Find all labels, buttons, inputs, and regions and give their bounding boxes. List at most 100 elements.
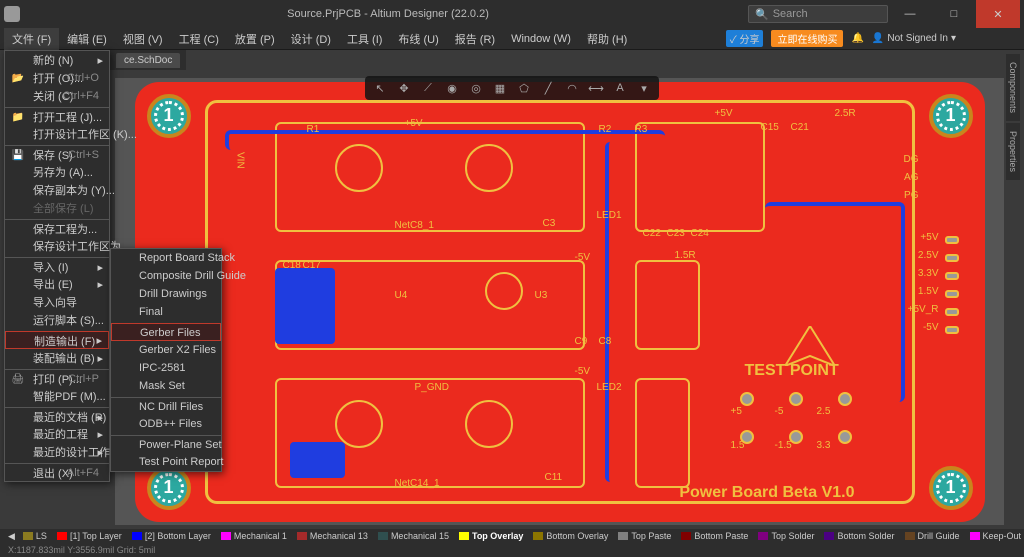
submenu-arrow-icon: ▸: [97, 261, 103, 274]
file-menu-item[interactable]: 关闭 (C)Ctrl+F4: [5, 87, 109, 105]
tool-fill-icon[interactable]: ▦: [491, 79, 509, 97]
status-coords: X:1187.833mil Y:3556.9mil Grid: 5mil: [8, 545, 155, 555]
arrow-icon: [785, 326, 835, 366]
menu-item-icon: 🖨: [11, 372, 25, 386]
submenu-item[interactable]: Report Board Stack: [111, 249, 221, 267]
tool-poly-icon[interactable]: ⬠: [515, 79, 533, 97]
submenu-item[interactable]: Composite Drill Guide: [111, 267, 221, 285]
search-icon: 🔍: [755, 8, 769, 21]
rtab-properties[interactable]: Properties: [1006, 123, 1020, 180]
submenu-item[interactable]: ODB++ Files: [111, 415, 221, 433]
layer-tab[interactable]: Top Overlay: [455, 531, 527, 541]
submenu-item[interactable]: Test Point Report: [111, 453, 221, 471]
layer-tab[interactable]: Keep-Out Layer: [966, 531, 1024, 541]
menu-edit[interactable]: 编辑 (E): [59, 28, 115, 50]
file-menu-item[interactable]: 保存副本为 (Y)...: [5, 181, 109, 199]
file-menu-item[interactable]: 导出 (E)▸: [5, 275, 109, 293]
layer-tab[interactable]: Mechanical 15: [374, 531, 453, 541]
submenu-arrow-icon: ▸: [96, 334, 102, 347]
layer-tab[interactable]: Top Solder: [754, 531, 818, 541]
document-tab[interactable]: ce.SchDoc: [116, 53, 180, 68]
pad: [945, 236, 959, 244]
layer-tab[interactable]: [2] Bottom Layer: [128, 531, 215, 541]
settings-icon[interactable]: 🔔: [851, 33, 863, 44]
menu-place[interactable]: 放置 (P): [227, 28, 283, 50]
layer-tab[interactable]: [1] Top Layer: [53, 531, 126, 541]
signin[interactable]: 👤 Not Signed In ▾: [872, 33, 956, 44]
global-search[interactable]: 🔍 Search: [748, 5, 888, 23]
menu-file[interactable]: 文件 (F): [4, 28, 59, 50]
floating-toolbar: ↖ ✥ ⟋ ◉ ◎ ▦ ⬠ ╱ ◠ ⟷ A ▾: [365, 76, 659, 100]
file-menu-item[interactable]: 📂打开 (O)...Ctrl+O: [5, 69, 109, 87]
file-menu-item[interactable]: 另存为 (A)...: [5, 163, 109, 181]
file-menu-item[interactable]: 全部保存 (L): [5, 199, 109, 217]
submenu-item[interactable]: IPC-2581: [111, 359, 221, 377]
layer-swatch: [23, 532, 33, 540]
file-menu-item[interactable]: 保存工程为...: [5, 219, 109, 237]
tool-arc-icon[interactable]: ◠: [563, 79, 581, 97]
layer-tab[interactable]: Drill Guide: [901, 531, 964, 541]
menu-route[interactable]: 布线 (U): [390, 28, 446, 50]
layer-tab[interactable]: Bottom Paste: [677, 531, 752, 541]
tool-line-icon[interactable]: ╱: [539, 79, 557, 97]
submenu-arrow-icon: ▸: [97, 352, 103, 365]
file-menu-item[interactable]: 保存设计工作区为...: [5, 237, 109, 255]
submenu-item[interactable]: NC Drill Files: [111, 397, 221, 415]
maximize-button[interactable]: □: [932, 0, 976, 28]
pcb-board[interactable]: 1 1 1 1: [135, 82, 985, 522]
file-menu-item[interactable]: 导入 (I)▸: [5, 257, 109, 275]
menu-design[interactable]: 设计 (D): [283, 28, 339, 50]
file-menu-item[interactable]: 最近的文档 (R)▸: [5, 407, 109, 425]
layertab-prev-icon[interactable]: ◀: [8, 531, 15, 542]
layer-tab[interactable]: Mechanical 1: [217, 531, 291, 541]
submenu-arrow-icon: ▸: [97, 446, 103, 459]
layer-tab[interactable]: Top Paste: [614, 531, 675, 541]
tool-move-icon[interactable]: ✥: [395, 79, 413, 97]
menu-window[interactable]: Window (W): [503, 30, 579, 48]
file-menu-item[interactable]: 打开设计工作区 (K)...: [5, 125, 109, 143]
tool-cursor-icon[interactable]: ↖: [371, 79, 389, 97]
menu-report[interactable]: 报告 (R): [447, 28, 503, 50]
rtab-components[interactable]: Components: [1006, 54, 1020, 121]
layer-swatch: [618, 532, 628, 540]
tool-text-icon[interactable]: A: [611, 79, 629, 97]
file-menu-item[interactable]: 💾保存 (S)Ctrl+S: [5, 145, 109, 163]
menu-view[interactable]: 视图 (V): [115, 28, 171, 50]
tool-via-icon[interactable]: ◉: [443, 79, 461, 97]
submenu-item[interactable]: Gerber X2 Files: [111, 341, 221, 359]
file-menu-item[interactable]: 最近的设计工作区▸: [5, 443, 109, 461]
file-menu-item[interactable]: 📁打开工程 (J)...: [5, 107, 109, 125]
menu-tools[interactable]: 工具 (I): [339, 28, 390, 50]
file-menu-item[interactable]: 最近的工程▸: [5, 425, 109, 443]
tool-more-icon[interactable]: ▾: [635, 79, 653, 97]
layer-swatch: [824, 532, 834, 540]
buy-button[interactable]: 立即在线购买: [771, 30, 843, 47]
menu-help[interactable]: 帮助 (H): [579, 28, 635, 50]
file-menu-item[interactable]: 新的 (N)▸: [5, 51, 109, 69]
file-menu-item[interactable]: 导入向导: [5, 293, 109, 311]
file-menu-item[interactable]: 制造输出 (F)▸: [5, 331, 109, 349]
share-button[interactable]: ✓ 分享: [726, 30, 764, 47]
layer-tab[interactable]: LS: [19, 531, 51, 541]
layer-swatch: [905, 532, 915, 540]
file-menu-item[interactable]: 🖨打印 (P)...Ctrl+P: [5, 369, 109, 387]
layer-tab[interactable]: Bottom Overlay: [529, 531, 612, 541]
pad: [945, 326, 959, 334]
file-menu-item[interactable]: 智能PDF (M)...: [5, 387, 109, 405]
submenu-item[interactable]: Power-Plane Set: [111, 435, 221, 453]
tool-pad-icon[interactable]: ◎: [467, 79, 485, 97]
submenu-item[interactable]: Drill Drawings: [111, 285, 221, 303]
menu-project[interactable]: 工程 (C): [171, 28, 227, 50]
layer-tab[interactable]: Mechanical 13: [293, 531, 372, 541]
tool-route-icon[interactable]: ⟋: [419, 79, 437, 97]
submenu-item[interactable]: Final: [111, 303, 221, 321]
close-button[interactable]: ✕: [976, 0, 1020, 28]
submenu-item[interactable]: Mask Set: [111, 377, 221, 395]
minimize-button[interactable]: —: [888, 0, 932, 28]
layer-tab[interactable]: Bottom Solder: [820, 531, 898, 541]
file-menu-item[interactable]: 退出 (X)Alt+F4: [5, 463, 109, 481]
submenu-item[interactable]: Gerber Files: [111, 323, 221, 341]
file-menu-item[interactable]: 装配输出 (B)▸: [5, 349, 109, 367]
file-menu-item[interactable]: 运行脚本 (S)...: [5, 311, 109, 329]
tool-dim-icon[interactable]: ⟷: [587, 79, 605, 97]
